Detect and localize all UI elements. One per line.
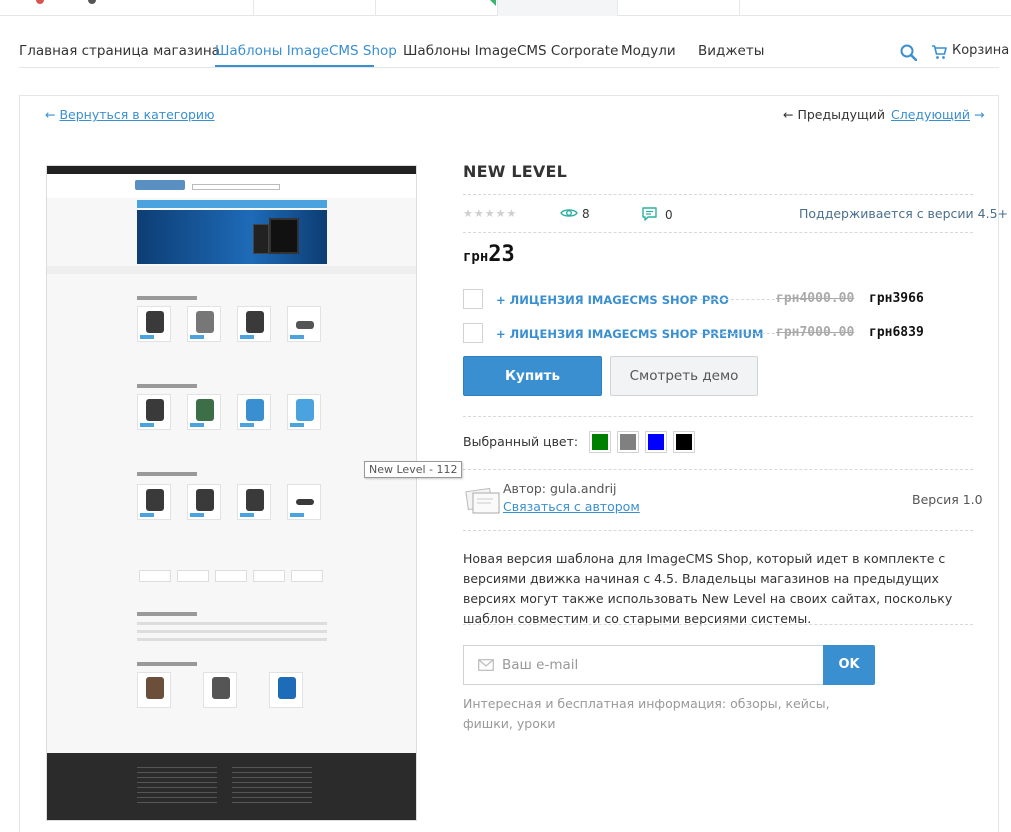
eye-icon <box>560 209 578 217</box>
nav-item-home[interactable]: Главная страница магазина <box>19 43 220 59</box>
preview-menu <box>137 200 327 208</box>
license-old-price: грн7000.00 <box>776 325 855 340</box>
preview-topbar <box>47 166 416 174</box>
email-input[interactable] <box>502 655 812 675</box>
rating-stars[interactable]: ★★★★★ <box>463 207 517 220</box>
back-to-category-link[interactable]: ← Вернуться в категорию <box>45 107 215 122</box>
nav-item-modules[interactable]: Модули <box>621 43 676 59</box>
view-demo-button[interactable]: Смотреть демо <box>610 356 758 396</box>
header-tab[interactable] <box>497 0 617 16</box>
license-old-price: грн4000.00 <box>776 291 855 306</box>
license-name[interactable]: + ЛИЦЕНЗИЯ IMAGECMS SHOP PRO <box>496 293 729 307</box>
license-new-price: грн6839 <box>869 325 924 340</box>
logo-fragment <box>36 0 44 4</box>
next-label[interactable]: Следующий <box>891 107 970 122</box>
preview-section-title <box>137 384 197 388</box>
supported-version: Поддерживается с версии 4.5+ <box>799 206 1008 221</box>
color-swatch-green[interactable] <box>589 431 611 453</box>
product-price: грн23 <box>463 242 515 267</box>
cart-icon[interactable] <box>931 44 947 60</box>
back-arrow: ← <box>45 107 56 122</box>
license-checkbox[interactable] <box>463 323 483 343</box>
buy-button[interactable]: Купить <box>463 356 602 396</box>
preview-brands <box>139 570 325 584</box>
divider <box>463 624 973 625</box>
divider <box>463 530 973 531</box>
product-title: NEW LEVEL <box>463 162 567 181</box>
header-tab[interactable] <box>739 0 1011 16</box>
divider <box>463 416 973 417</box>
preview-logo <box>135 180 185 190</box>
template-preview-image[interactable] <box>46 165 417 821</box>
email-field-wrapper <box>463 645 824 685</box>
license-option: + ЛИЦЕНЗИЯ IMAGECMS SHOP PRO грн4000.00 … <box>463 289 973 309</box>
previous-link[interactable]: ← Предыдущий <box>783 107 885 122</box>
selected-color-label: Выбранный цвет: <box>463 434 579 449</box>
preview-footer <box>47 753 416 820</box>
color-swatch-gray[interactable] <box>617 431 639 453</box>
preview-text-line <box>137 630 327 633</box>
logo-fragment <box>88 0 96 4</box>
preview-news-row <box>137 672 327 712</box>
preview-text-line <box>137 638 327 641</box>
main-nav: Главная страница магазина Шаблоны ImageC… <box>19 40 1009 68</box>
license-option: + ЛИЦЕНЗИЯ IMAGECMS SHOP PREMIUM грн7000… <box>463 323 973 343</box>
color-swatch-blue[interactable] <box>645 431 667 453</box>
license-new-price: грн3966 <box>869 291 924 306</box>
preview-section-title <box>137 296 197 300</box>
nav-item-corporate-templates[interactable]: Шаблоны ImageCMS Corporate <box>403 43 618 59</box>
comment-icon <box>642 207 657 221</box>
preview-products-row <box>137 394 327 434</box>
divider <box>463 469 973 470</box>
next-arrow: → <box>973 107 985 122</box>
top-header-strip <box>0 0 1011 16</box>
divider <box>463 232 973 233</box>
cart-link[interactable]: Корзина <box>952 43 1009 58</box>
nav-item-shop-templates[interactable]: Шаблоны ImageCMS Shop <box>215 43 397 59</box>
color-swatch-black[interactable] <box>673 431 695 453</box>
next-link[interactable]: Следующий → <box>891 107 984 122</box>
product-description: Новая версия шаблона для ImageCMS Shop, … <box>463 551 953 626</box>
comments-count: 0 <box>665 208 673 222</box>
divider <box>463 194 973 195</box>
header-tab[interactable] <box>375 0 497 16</box>
author-avatar-icon <box>465 487 500 514</box>
price-currency: грн <box>463 249 489 265</box>
product-card: ← Вернуться в категорию ← Предыдущий Сле… <box>19 95 1008 832</box>
nav-item-widgets[interactable]: Виджеты <box>698 43 764 59</box>
preview-section-title <box>137 662 197 666</box>
preview-text-line <box>137 622 327 625</box>
preview-products-row <box>137 484 327 524</box>
preview-products-row <box>137 306 327 346</box>
subscribe-ok-button[interactable]: OK <box>823 645 875 685</box>
license-name[interactable]: + ЛИЦЕНЗИЯ IMAGECMS SHOP PREMIUM <box>496 327 763 341</box>
active-nav-underline <box>215 65 374 67</box>
header-tab[interactable] <box>617 0 739 16</box>
views-count: 8 <box>582 207 590 221</box>
price-value: 23 <box>488 242 515 267</box>
author-name: Автор: gula.andrij <box>503 481 617 496</box>
subscribe-info-text: Интересная и бесплатная информация: обзо… <box>463 696 830 731</box>
price-leader <box>695 333 775 334</box>
preview-search <box>192 184 280 190</box>
contact-author-link[interactable]: Связаться с автором <box>503 499 640 514</box>
preview-section-title <box>137 472 197 476</box>
back-to-category-label[interactable]: Вернуться в категорию <box>59 107 214 122</box>
preview-strip <box>47 266 416 274</box>
envelope-icon <box>478 659 494 671</box>
search-icon[interactable] <box>900 44 917 61</box>
preview-banner <box>137 210 327 264</box>
license-checkbox[interactable] <box>463 289 483 309</box>
template-version: Версия 1.0 <box>912 492 983 507</box>
header-tab[interactable] <box>253 0 375 16</box>
price-leader <box>695 299 775 300</box>
preview-tooltip: New Level - 112 <box>364 461 463 478</box>
preview-section-title <box>137 612 197 616</box>
